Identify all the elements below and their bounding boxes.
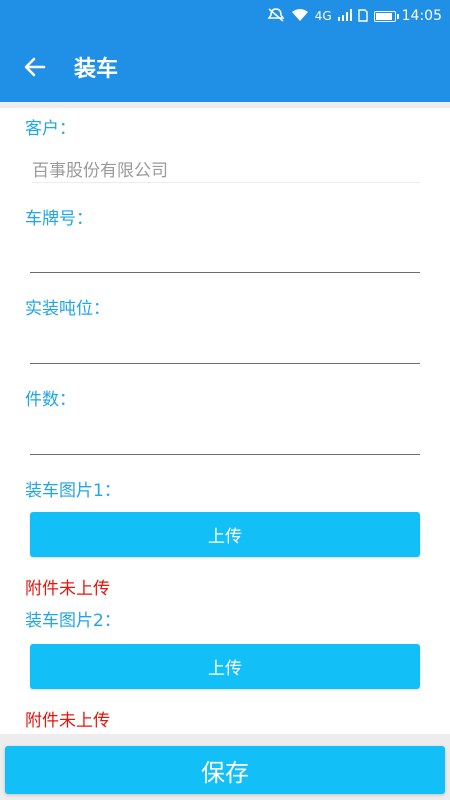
page-title: 装车 bbox=[74, 57, 119, 82]
battery-icon bbox=[373, 10, 399, 22]
customer-value: 百事股份有限公司 bbox=[32, 161, 168, 181]
tonnage-input[interactable] bbox=[30, 326, 420, 364]
save-button[interactable]: 保存 bbox=[5, 746, 445, 794]
arrow-left-icon bbox=[24, 57, 46, 77]
plate-input[interactable] bbox=[30, 235, 420, 273]
plate-label: 车牌号： bbox=[25, 209, 93, 229]
mute-icon bbox=[267, 8, 285, 24]
photo1-label: 装车图片1： bbox=[25, 481, 121, 501]
customer-label: 客户： bbox=[25, 119, 76, 139]
upload-photo2-button[interactable]: 上传 bbox=[30, 644, 420, 689]
app-bar: 装车 bbox=[0, 32, 450, 102]
wifi-icon bbox=[291, 8, 309, 24]
network-type-label: 4G bbox=[314, 9, 332, 23]
photo2-status: 附件未上传 bbox=[25, 711, 110, 731]
form-content: 客户： 百事股份有限公司 车牌号： 实装吨位： 件数： 装车图片1： 上传 附件… bbox=[0, 108, 450, 734]
count-label: 件数： bbox=[25, 390, 76, 410]
status-time: 14:05 bbox=[401, 8, 442, 24]
customer-divider bbox=[32, 182, 420, 183]
photo2-label: 装车图片2： bbox=[25, 611, 121, 631]
photo1-status: 附件未上传 bbox=[25, 579, 110, 599]
signal-icon bbox=[337, 9, 352, 23]
tonnage-label: 实装吨位： bbox=[25, 299, 110, 319]
status-bar: 4G 14:05 bbox=[0, 0, 450, 32]
count-input[interactable] bbox=[30, 417, 420, 455]
upload-photo1-button[interactable]: 上传 bbox=[30, 512, 420, 557]
back-button[interactable] bbox=[0, 32, 70, 102]
sim-icon bbox=[357, 8, 368, 24]
